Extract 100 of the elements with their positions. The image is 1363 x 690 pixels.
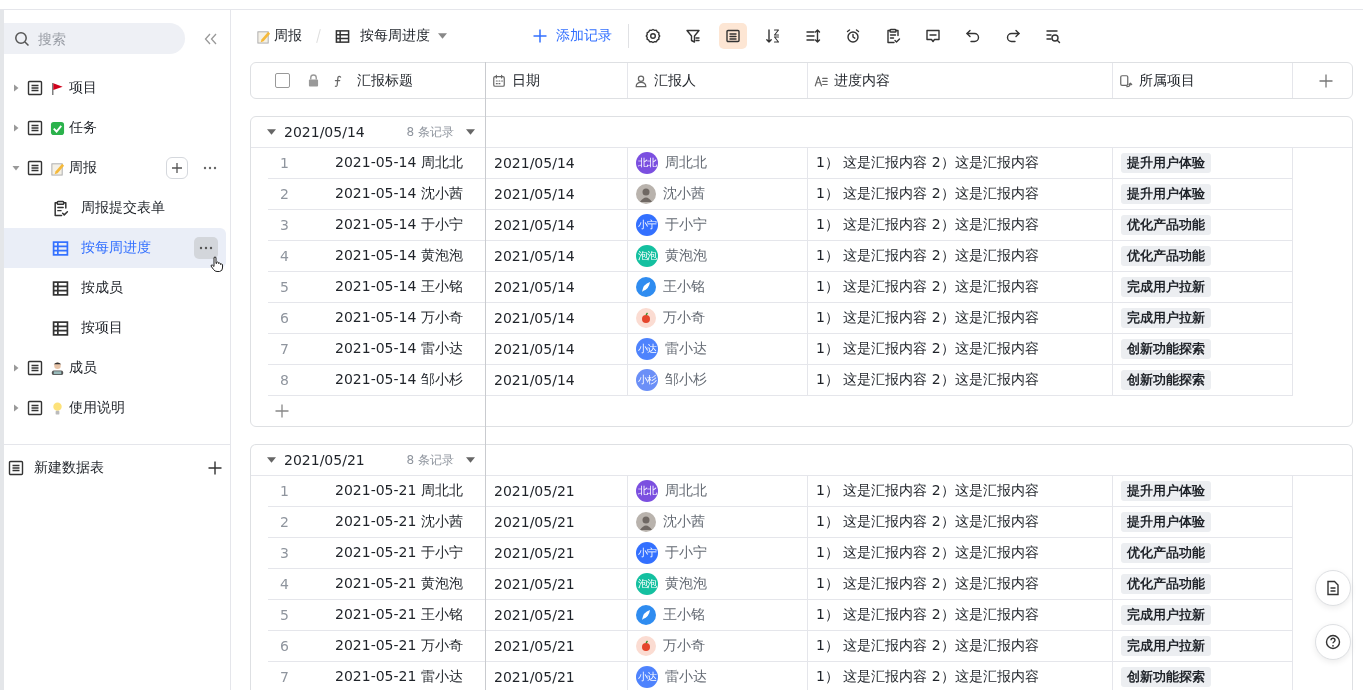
document-button[interactable] — [1315, 570, 1351, 606]
row-height-icon — [805, 28, 821, 44]
apple-avatar-icon — [636, 308, 656, 328]
help-button[interactable] — [1315, 624, 1351, 660]
view-item[interactable]: 按项目 — [4, 308, 230, 348]
person-name: 雷小达 — [665, 668, 707, 686]
avatar: 泡泡 — [636, 573, 658, 595]
lock-icon — [308, 74, 319, 87]
sidebar-item[interactable]: 成员 — [4, 348, 230, 388]
column-header[interactable]: 汇报人 — [628, 63, 808, 98]
table-cell: 2021-05-14 邹小杉 — [335, 371, 463, 389]
table-cell: 2021/05/14 — [494, 310, 575, 326]
more-icon[interactable] — [203, 166, 217, 170]
table-cell: 2021-05-14 黄泡泡 — [335, 247, 463, 265]
view-item[interactable]: 周报提交表单 — [4, 188, 230, 228]
sort-icon — [765, 28, 781, 44]
view-dropdown[interactable]: 按每周进度 — [356, 27, 451, 45]
table-cell: 2021/05/14 — [494, 372, 575, 388]
search-field[interactable]: 搜索 — [4, 23, 185, 54]
sidebar-item[interactable]: 项目 — [4, 68, 230, 108]
caret-icon[interactable] — [12, 164, 20, 172]
table-cell: 2021-05-21 沈小茜 — [335, 513, 463, 531]
table-cell: 2021/05/21 — [494, 545, 575, 561]
table-icon — [8, 460, 24, 476]
caret-icon[interactable] — [12, 84, 20, 92]
project-tag: 优化产品功能 — [1121, 574, 1211, 594]
person-name: 万小奇 — [663, 637, 705, 655]
person-name: 于小宁 — [665, 544, 707, 562]
person-name: 周北北 — [665, 482, 707, 500]
table-cell: 2021/05/21 — [494, 607, 575, 623]
help-icon — [1325, 634, 1341, 650]
sidebar-item[interactable]: 任务 — [4, 108, 230, 148]
table-cell: 2021-05-21 王小铭 — [335, 606, 463, 624]
grid-icon — [52, 279, 69, 297]
person-name: 王小铭 — [663, 278, 705, 296]
sidebar-item[interactable]: 周报 — [4, 148, 230, 188]
sidebar-item-label: 周报 — [69, 159, 97, 177]
person-name: 于小宁 — [665, 216, 707, 234]
column-title: 汇报人 — [654, 71, 696, 90]
plus-icon[interactable] — [208, 461, 222, 475]
view-button[interactable] — [719, 23, 747, 49]
filter-icon — [685, 28, 701, 44]
list-icon — [725, 28, 741, 44]
person-name: 周北北 — [665, 154, 707, 172]
new-table-item[interactable]: 新建数据表 — [4, 444, 230, 477]
caret-icon[interactable] — [12, 124, 20, 132]
view-item[interactable]: 按成员 — [4, 268, 230, 308]
avatar: 泡泡 — [636, 245, 658, 267]
person-name: 黄泡泡 — [665, 575, 707, 593]
caret-icon[interactable] — [466, 129, 475, 135]
sidebar-item-label: 任务 — [69, 119, 97, 137]
more-button[interactable] — [194, 237, 218, 259]
sidebar-item-label: 项目 — [69, 79, 97, 97]
gear-icon — [645, 28, 661, 44]
caret-icon[interactable] — [267, 129, 276, 135]
caret-icon[interactable] — [466, 457, 475, 463]
table-cell: 1） 这是汇报内容 2）这是汇报内容 — [816, 371, 1039, 389]
table-cell: 2021-05-14 沈小茜 — [335, 185, 463, 203]
grid-icon — [335, 28, 350, 44]
caret-icon[interactable] — [267, 457, 276, 463]
column-header[interactable]: 汇报标题 — [251, 63, 486, 98]
view-item-label: 按项目 — [81, 319, 123, 337]
lightbulb-icon — [50, 400, 65, 416]
column-title: 汇报标题 — [357, 71, 413, 90]
apple-avatar-icon — [636, 636, 656, 656]
caret-icon[interactable] — [12, 404, 20, 412]
project-tag: 完成用户拉新 — [1121, 636, 1211, 656]
person-name: 邹小杉 — [665, 371, 707, 389]
table-cell: 2021/05/21 — [494, 638, 575, 654]
sidebar-item[interactable]: 使用说明 — [4, 388, 230, 428]
avatar: 北北 — [636, 480, 658, 502]
record-count: 8 条记录 — [406, 451, 454, 469]
column-header[interactable]: 进度内容 — [808, 63, 1113, 98]
table-cell: 2021/05/21 — [494, 483, 575, 499]
text-icon — [814, 73, 828, 88]
person-name: 王小铭 — [663, 606, 705, 624]
table-cell: 2021-05-21 雷小达 — [335, 668, 463, 686]
project-tag: 优化产品功能 — [1121, 215, 1211, 235]
add-button[interactable] — [166, 157, 188, 179]
search-icon — [1045, 28, 1061, 44]
add-record-button[interactable]: 添加记录 — [527, 27, 618, 45]
row-number: 5 — [280, 279, 290, 295]
collapse-icon[interactable] — [204, 32, 218, 45]
avatar: 小宁 — [636, 214, 658, 236]
table-cell: 1） 这是汇报内容 2）这是汇报内容 — [816, 216, 1039, 234]
table-icon — [27, 80, 43, 96]
row-number: 6 — [280, 638, 290, 654]
record-count: 8 条记录 — [406, 123, 454, 141]
row-number: 2 — [280, 186, 290, 202]
row-number: 4 — [280, 248, 290, 264]
column-header[interactable]: 日期 — [486, 63, 628, 98]
caret-icon[interactable] — [12, 364, 20, 372]
project-tag: 完成用户拉新 — [1121, 605, 1211, 625]
group-title: 2021/05/21 — [284, 452, 365, 468]
avatar: 小达 — [636, 666, 658, 688]
column-header[interactable]: 所属项目 — [1113, 63, 1293, 98]
grid-icon — [52, 239, 69, 257]
row-number: 2 — [280, 514, 290, 530]
checkbox[interactable] — [275, 73, 290, 88]
breadcrumb-link[interactable]: 周报 — [274, 27, 302, 45]
